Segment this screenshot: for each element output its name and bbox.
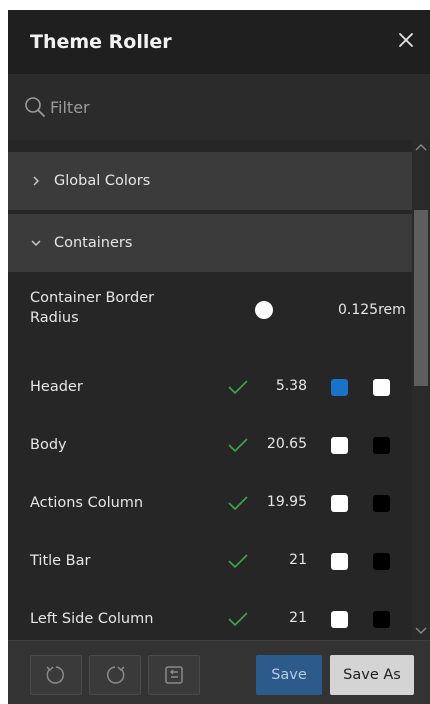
radius-value: 0.125rem xyxy=(338,302,406,318)
check-icon xyxy=(228,380,248,395)
prop-title-bar: Title Bar 21 xyxy=(8,532,412,590)
text-color-swatch[interactable] xyxy=(373,553,390,570)
prop-label: Header xyxy=(30,379,83,395)
prop-label: Actions Column xyxy=(30,495,144,511)
radius-slider-handle[interactable] xyxy=(255,301,273,319)
scroll-up-icon[interactable] xyxy=(413,142,429,154)
check-icon xyxy=(228,612,248,627)
save-button[interactable]: Save xyxy=(256,655,322,695)
prop-label: Left Side Column xyxy=(30,611,154,627)
contrast-ratio: 21 xyxy=(289,610,307,626)
prop-container-border-radius: Container Border Radius 0.125rem xyxy=(8,288,412,338)
check-icon xyxy=(228,554,248,569)
check-icon xyxy=(228,496,248,511)
footer-toolbar: Save Save As xyxy=(8,640,430,704)
prop-label: Body xyxy=(30,437,67,453)
reset-button[interactable] xyxy=(148,655,200,695)
title-bar: Theme Roller xyxy=(8,10,430,74)
prop-actions-column: Actions Column 19.95 xyxy=(8,474,412,532)
group-label: Containers xyxy=(54,235,133,251)
redo-icon xyxy=(106,666,125,684)
dialog-title: Theme Roller xyxy=(30,31,172,53)
search-icon xyxy=(25,97,45,117)
background-color-swatch[interactable] xyxy=(331,553,348,570)
text-color-swatch[interactable] xyxy=(373,495,390,512)
scroll-down-icon[interactable] xyxy=(413,624,429,636)
background-color-swatch[interactable] xyxy=(331,611,348,628)
group-global-colors[interactable]: Global Colors xyxy=(8,152,412,210)
prop-label: Container Border Radius xyxy=(30,288,154,328)
scrollbar-thumb[interactable] xyxy=(414,210,428,386)
text-color-swatch[interactable] xyxy=(373,379,390,396)
group-label: Global Colors xyxy=(54,173,151,189)
contrast-ratio: 19.95 xyxy=(266,494,307,510)
background-color-swatch[interactable] xyxy=(331,495,348,512)
redo-button[interactable] xyxy=(89,655,141,695)
save-as-button[interactable]: Save As xyxy=(330,655,414,695)
prop-left-side-column: Left Side Column 21 xyxy=(8,590,412,640)
undo-icon xyxy=(46,666,65,684)
reset-icon xyxy=(165,666,183,684)
close-icon xyxy=(399,33,413,47)
filter-bar xyxy=(8,74,430,140)
contrast-ratio: 20.65 xyxy=(266,436,307,452)
close-button[interactable] xyxy=(394,28,418,52)
prop-body: Body 20.65 xyxy=(8,416,412,474)
text-color-swatch[interactable] xyxy=(373,437,390,454)
properties-panel: Global Colors Containers Container Borde… xyxy=(8,140,412,640)
contrast-ratio: 21 xyxy=(289,552,307,568)
text-color-swatch[interactable] xyxy=(373,611,390,628)
prop-label-line2: Radius xyxy=(30,310,79,326)
theme-roller-dialog: Theme Roller Global Colors Containers xyxy=(8,10,430,704)
prop-label: Title Bar xyxy=(30,553,91,569)
filter-input[interactable] xyxy=(50,92,410,122)
contrast-ratio: 5.38 xyxy=(275,378,307,394)
background-color-swatch[interactable] xyxy=(331,437,348,454)
chevron-right-icon xyxy=(33,176,39,186)
prop-label-line1: Container Border xyxy=(30,290,155,306)
undo-button[interactable] xyxy=(30,655,82,695)
background-color-swatch[interactable] xyxy=(331,379,348,396)
check-icon xyxy=(228,438,248,453)
group-containers[interactable]: Containers xyxy=(8,214,412,272)
chevron-down-icon xyxy=(31,240,41,246)
prop-header: Header 5.38 xyxy=(8,358,412,416)
